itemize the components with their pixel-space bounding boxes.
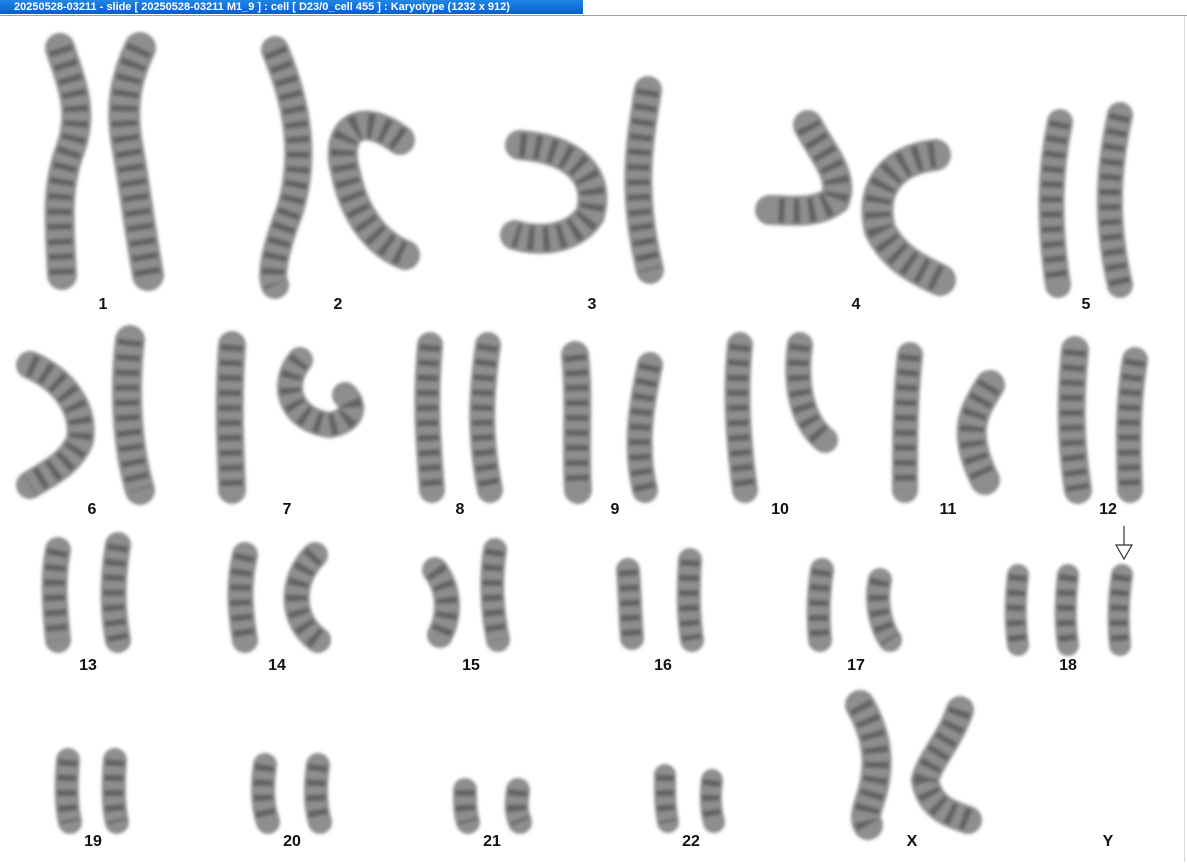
label-chr-5: 5 xyxy=(1081,296,1091,313)
label-chr-9: 9 xyxy=(610,501,620,518)
label-chr-10: 10 xyxy=(771,501,789,518)
label-chr-8: 8 xyxy=(455,501,465,518)
chromosome-c16b xyxy=(676,548,704,652)
label-chr-16: 16 xyxy=(654,657,672,674)
label-chr-7: 7 xyxy=(282,501,292,518)
label-chr-1: 1 xyxy=(98,296,108,313)
label-chr-12: 12 xyxy=(1099,501,1117,518)
label-chr-17: 17 xyxy=(847,657,865,674)
label-chr-11: 11 xyxy=(939,501,957,518)
chromosome-bands-c12b xyxy=(1118,358,1146,491)
title-bar: 20250528-03211 - slide [ 20250528-03211 … xyxy=(0,0,1187,16)
label-chr-20: 20 xyxy=(283,833,301,850)
label-chr-22: 22 xyxy=(682,833,700,850)
label-chr-21: 21 xyxy=(483,833,501,850)
label-chr-14: 14 xyxy=(268,657,286,674)
window-title: 20250528-03211 - slide [ 20250528-03211 … xyxy=(0,0,583,14)
label-chr-4: 4 xyxy=(851,296,861,313)
label-chr-Y: Y xyxy=(1102,833,1114,850)
label-chr-18: 18 xyxy=(1059,657,1077,674)
down-arrow-icon xyxy=(1114,526,1134,561)
label-chr-X: X xyxy=(906,833,918,850)
label-chr-6: 6 xyxy=(87,501,97,518)
chromosome-c22a xyxy=(654,764,679,833)
label-chr-2: 2 xyxy=(333,296,343,313)
label-chr-15: 15 xyxy=(462,657,480,674)
chromosome-c14a xyxy=(227,542,258,653)
label-chr-3: 3 xyxy=(587,296,597,313)
chromosome-bands-c9b xyxy=(629,362,661,493)
chromosome-layer xyxy=(16,32,1148,840)
label-chr-19: 19 xyxy=(84,833,102,850)
karyotype-canvas: 1 2 3 4 5 6 7 8 9 10 11 12 13 14 15 16 1… xyxy=(0,16,1187,862)
label-chr-13: 13 xyxy=(79,657,97,674)
chromosome-c5b xyxy=(1096,102,1133,298)
